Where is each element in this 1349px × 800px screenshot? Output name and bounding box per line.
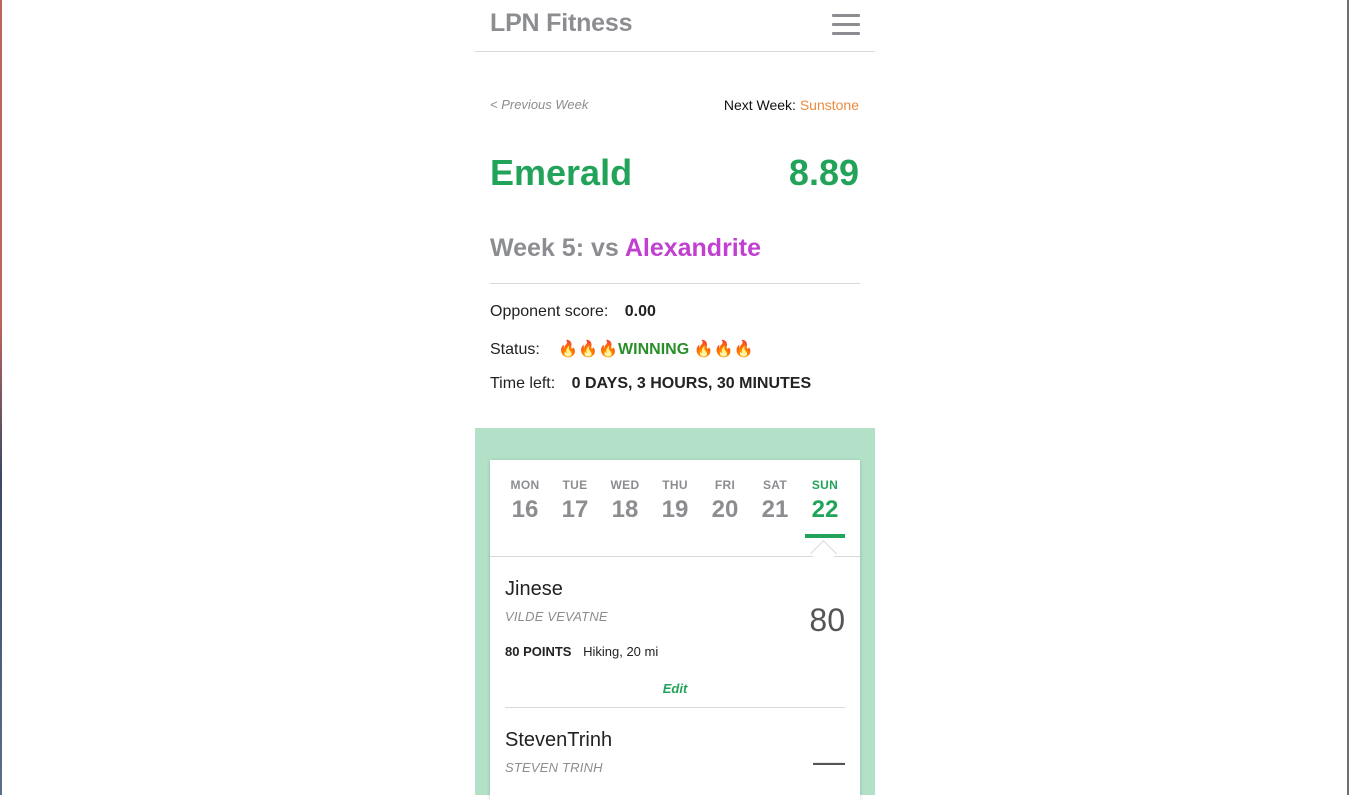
activity-points: 80 POINTS xyxy=(505,644,572,659)
day-selector: MON 16 TUE 17 WED 18 THU 19 FRI 20 SAT 2… xyxy=(490,460,860,567)
team-score: 8.89 xyxy=(788,152,859,193)
day-of-week: SUN xyxy=(811,478,839,492)
edit-link[interactable]: Edit xyxy=(505,681,845,696)
active-day-caret-icon xyxy=(810,540,837,567)
fire-icon: 🔥🔥🔥 xyxy=(693,341,754,358)
status-label: Status: xyxy=(490,341,540,358)
day-tab-tue[interactable]: TUE 17 xyxy=(550,478,600,524)
member-real-name: STEVEN TRINH xyxy=(505,760,603,775)
time-left-value: 0 DAYS, 3 HOURS, 30 MINUTES xyxy=(571,375,812,392)
brand-title[interactable]: LPN Fitness xyxy=(490,9,632,38)
hamburger-menu-icon[interactable] xyxy=(832,14,860,36)
app-container: LPN Fitness < Previous Week Next Week: S… xyxy=(475,0,875,800)
day-of-week: TUE xyxy=(562,478,588,492)
status-row: Status: 🔥🔥🔥WINNING 🔥🔥🔥 xyxy=(490,339,753,359)
opponent-score-row: Opponent score: 0.00 xyxy=(490,303,656,321)
status-value: 🔥🔥🔥WINNING 🔥🔥🔥 xyxy=(558,341,753,358)
entry-divider xyxy=(505,707,845,708)
status-text: WINNING xyxy=(618,341,690,358)
time-left-label: Time left: xyxy=(490,375,556,392)
opponent-score-label: Opponent score: xyxy=(490,303,609,320)
day-of-month: 22 xyxy=(811,496,839,523)
matchup-heading: Week 5: vs Alexandrite xyxy=(490,234,761,263)
member-points: — xyxy=(813,743,845,779)
day-of-month: 19 xyxy=(661,496,689,523)
day-of-month: 21 xyxy=(761,496,789,523)
daily-card: MON 16 TUE 17 WED 18 THU 19 FRI 20 SAT 2… xyxy=(490,460,860,800)
header: LPN Fitness xyxy=(475,0,875,52)
divider xyxy=(490,283,860,284)
activity-description: Hiking, 20 mi xyxy=(583,644,659,659)
team-name: Emerald xyxy=(490,152,633,193)
fire-icon: 🔥🔥🔥 xyxy=(558,341,619,358)
day-of-month: 16 xyxy=(511,496,539,523)
day-tab-thu[interactable]: THU 19 xyxy=(650,478,700,524)
member-entry: Jinese VILDE VEVATNE 80 80 POINTS Hiking… xyxy=(505,578,845,696)
day-of-month: 17 xyxy=(561,496,589,523)
day-of-week: THU xyxy=(662,478,688,492)
next-week-label: Next Week: xyxy=(723,97,796,113)
next-week-team-link[interactable]: Sunstone xyxy=(800,97,859,113)
member-points: 80 xyxy=(809,602,845,638)
member-username: Jinese xyxy=(505,578,563,600)
day-tab-sun[interactable]: SUN 22 xyxy=(800,478,850,538)
time-left-row: Time left: 0 DAYS, 3 HOURS, 30 MINUTES xyxy=(490,375,811,393)
day-of-week: WED xyxy=(610,478,640,492)
active-day-indicator xyxy=(805,534,845,538)
next-week: Next Week: Sunstone xyxy=(724,97,859,113)
previous-week-link[interactable]: < Previous Week xyxy=(490,97,588,112)
activity-line: 80 POINTS Hiking, 20 mi xyxy=(505,644,845,659)
member-username: StevenTrinh xyxy=(505,729,613,751)
day-of-month: 18 xyxy=(611,496,639,523)
day-tab-fri[interactable]: FRI 20 xyxy=(700,478,750,524)
opponent-score-value: 0.00 xyxy=(624,303,656,320)
day-tab-wed[interactable]: WED 18 xyxy=(600,478,650,524)
opponent-team-name[interactable]: Alexandrite xyxy=(625,234,761,262)
day-of-week: SAT xyxy=(762,478,787,492)
day-tab-mon[interactable]: MON 16 xyxy=(500,478,550,524)
window-edge-left xyxy=(0,0,2,795)
member-real-name: VILDE VEVATNE xyxy=(505,609,608,624)
day-of-week: FRI xyxy=(714,478,736,492)
day-of-month: 20 xyxy=(711,496,739,523)
daily-panel: MON 16 TUE 17 WED 18 THU 19 FRI 20 SAT 2… xyxy=(475,428,875,800)
member-entry: StevenTrinh STEVEN TRINH — xyxy=(505,729,845,779)
day-tab-sat[interactable]: SAT 21 xyxy=(750,478,800,524)
day-of-week: MON xyxy=(510,478,540,492)
week-label: Week 5: vs xyxy=(490,234,619,262)
